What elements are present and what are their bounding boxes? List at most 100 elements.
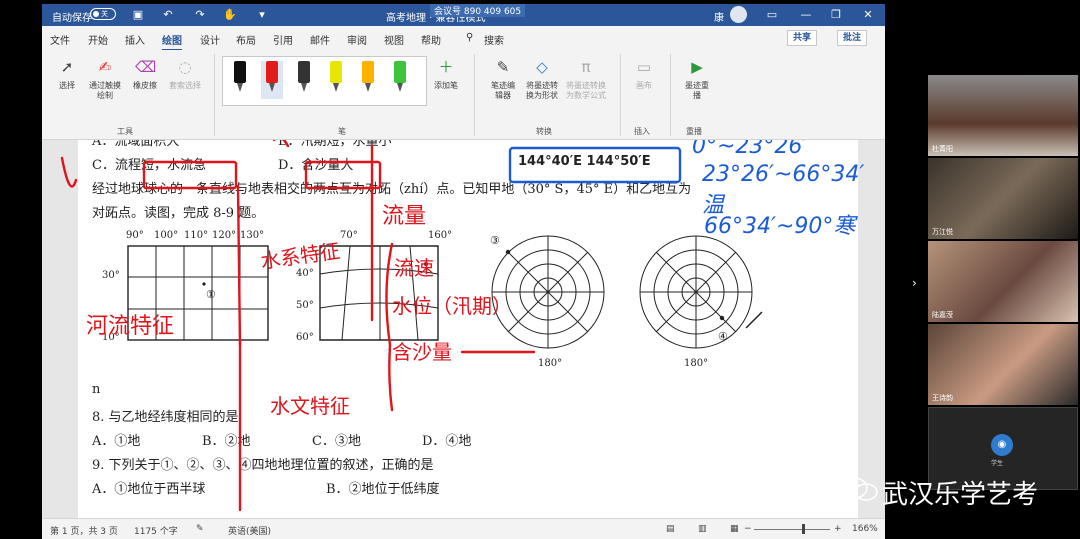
draw-touch-button[interactable]: ✍ 通过触摸绘制 [88,56,122,101]
tab-review[interactable]: 审阅 [347,32,367,47]
ink-blue-line-1: 0°~23°26′ [692,140,808,159]
participant-tile-4[interactable]: 王诗韵 [928,324,1078,405]
zoom-slider-thumb[interactable] [802,524,805,534]
tab-help[interactable]: 帮助 [421,32,441,47]
participant-tile-1[interactable]: 杜菁阳 [928,75,1078,156]
ink-editor-button[interactable]: ✎ 笔迹编辑器 [488,56,518,101]
pen-group-label: 笔 [338,127,346,136]
zoom-out-icon[interactable]: − [744,524,752,534]
menu-bar: 文件 开始 插入 绘图 设计 布局 引用 邮件 审阅 视图 帮助 ⚲ 搜索 共享… [42,26,885,51]
participant-tile-3[interactable]: 陆嘉滢 [928,241,1078,322]
select-button[interactable]: ➚ 选择 [56,56,78,91]
tab-layout[interactable]: 布局 [236,32,256,47]
search-label[interactable]: 搜索 [484,32,504,47]
self-label: 学生 [991,460,1004,467]
highlighter-green[interactable] [389,61,411,99]
ink-note-sediment: 含沙量 [392,340,452,364]
pen-black[interactable] [229,61,251,99]
redo-icon[interactable]: ↷ [192,7,208,23]
participant-name-2: 万江悦 [932,228,953,236]
participant-name-1: 杜菁阳 [932,145,953,153]
tab-design[interactable]: 设计 [200,32,220,47]
page-count[interactable]: 第 1 页，共 3 页 [50,524,118,537]
pencil-gray[interactable] [293,61,315,99]
tab-mailings[interactable]: 邮件 [310,32,330,47]
print-layout-icon[interactable]: ▥ [698,524,707,534]
canvas-label: 画布 [636,81,652,90]
ink-box-c [142,160,238,190]
word-count[interactable]: 1175 个字 [134,524,178,537]
touch-draw-icon: ✍ [98,58,112,76]
ink-note-flow: 流量 [382,204,427,229]
proofing-icon[interactable]: ✎ [196,524,204,534]
customize-toolbar-icon[interactable]: ▾ [254,7,270,23]
tab-references[interactable]: 引用 [273,32,293,47]
pen-gallery [222,56,427,106]
ink-stroke [272,140,290,148]
ink-replay-button[interactable]: ▶ 墨迹重播 [682,56,712,101]
replay-icon: ▶ [691,58,703,76]
canvas-button[interactable]: ▭ 画布 [632,56,656,91]
word-window: 自动保存 关 ▣ ↶ ↷ ✋ ▾ 高考地理 · 兼容性模式 会议号 890 40… [42,4,885,539]
comment-button[interactable]: 批注 [837,30,868,46]
tab-view[interactable]: 视图 [384,32,404,47]
ink-to-shape-button[interactable]: ◇ 将墨迹转换为形状 [525,56,559,101]
add-pen-button[interactable]: ＋ 添加笔 [434,56,458,91]
participant-name-4: 王诗韵 [932,394,953,402]
zoom-in-icon[interactable]: + [834,524,842,534]
read-mode-icon[interactable]: ▤ [666,524,675,534]
ink-note-river: 河流特征 [86,314,175,339]
status-bar: 第 1 页，共 3 页 1175 个字 ✎ 英语(美国) ▤ ▥ ▦ − + 1… [42,518,885,539]
search-icon[interactable]: ⚲ [466,32,473,43]
participant-tile-2[interactable]: 万江悦 [928,158,1078,239]
undo-icon[interactable]: ↶ [160,7,176,23]
highlighter-orange[interactable] [357,61,379,99]
tab-insert[interactable]: 插入 [125,32,145,47]
minimize-icon[interactable]: — [798,7,814,23]
eraser-label: 橡皮擦 [133,81,157,90]
divider [214,54,215,136]
select-label: 选择 [59,81,75,90]
close-icon[interactable]: ✕ [860,7,876,23]
zoom-slider[interactable] [754,529,830,530]
ink-bracket-line [236,184,242,347]
pen-red[interactable] [261,61,283,99]
shape-icon: ◇ [536,58,548,76]
ink-bracket-right [385,242,394,412]
save-icon[interactable]: ▣ [130,7,146,23]
ink-note-level: 水位（汛期） [392,294,512,318]
ink-replay-label: 墨迹重播 [685,81,709,100]
eraser-button[interactable]: ⌫ 橡皮擦 [130,56,160,91]
language-status[interactable]: 英语(美国) [228,524,271,537]
ink-note-hydro: 水文特征 [270,394,350,418]
lasso-button[interactable]: ◌ 套索选择 [166,56,204,91]
wechat-logo-icon [840,477,878,501]
ink-to-math-label: 将墨迹转换为数学公式 [566,81,606,100]
divider [620,54,621,136]
add-pen-label: 添加笔 [434,81,458,90]
collapse-arrow-icon[interactable]: › [912,276,917,290]
tab-draw[interactable]: 绘图 [162,32,182,51]
canvas-icon: ▭ [636,58,652,76]
insert-group-label: 插入 [634,127,650,136]
tab-home[interactable]: 开始 [88,32,108,47]
ribbon-display-icon[interactable]: ▭ [764,7,780,23]
autosave-label: 自动保存 [52,13,92,24]
web-layout-icon[interactable]: ▦ [730,524,739,534]
ink-to-shape-label: 将墨迹转换为形状 [526,81,558,100]
user-avatar[interactable] [730,6,747,23]
restore-icon[interactable]: ❐ [828,7,844,23]
tab-file[interactable]: 文件 [50,32,70,47]
watermark-text: 武汉乐学艺考 [882,480,1039,510]
share-button[interactable]: 共享 [787,30,818,46]
autosave-toggle[interactable]: 关 [90,8,116,20]
draw-touch-label: 通过触摸绘制 [89,81,121,100]
touch-mode-icon[interactable]: ✋ [222,7,238,23]
participant-name-3: 陆嘉滢 [932,311,953,319]
ink-to-math-button[interactable]: π 将墨迹转换为数学公式 [564,56,608,101]
coords-box-text: 144°40′E 144°50′E [518,154,651,169]
divider [670,54,671,136]
user-name: 康 [714,13,724,24]
zoom-level[interactable]: 166% [852,524,878,534]
highlighter-yellow[interactable] [325,61,347,99]
